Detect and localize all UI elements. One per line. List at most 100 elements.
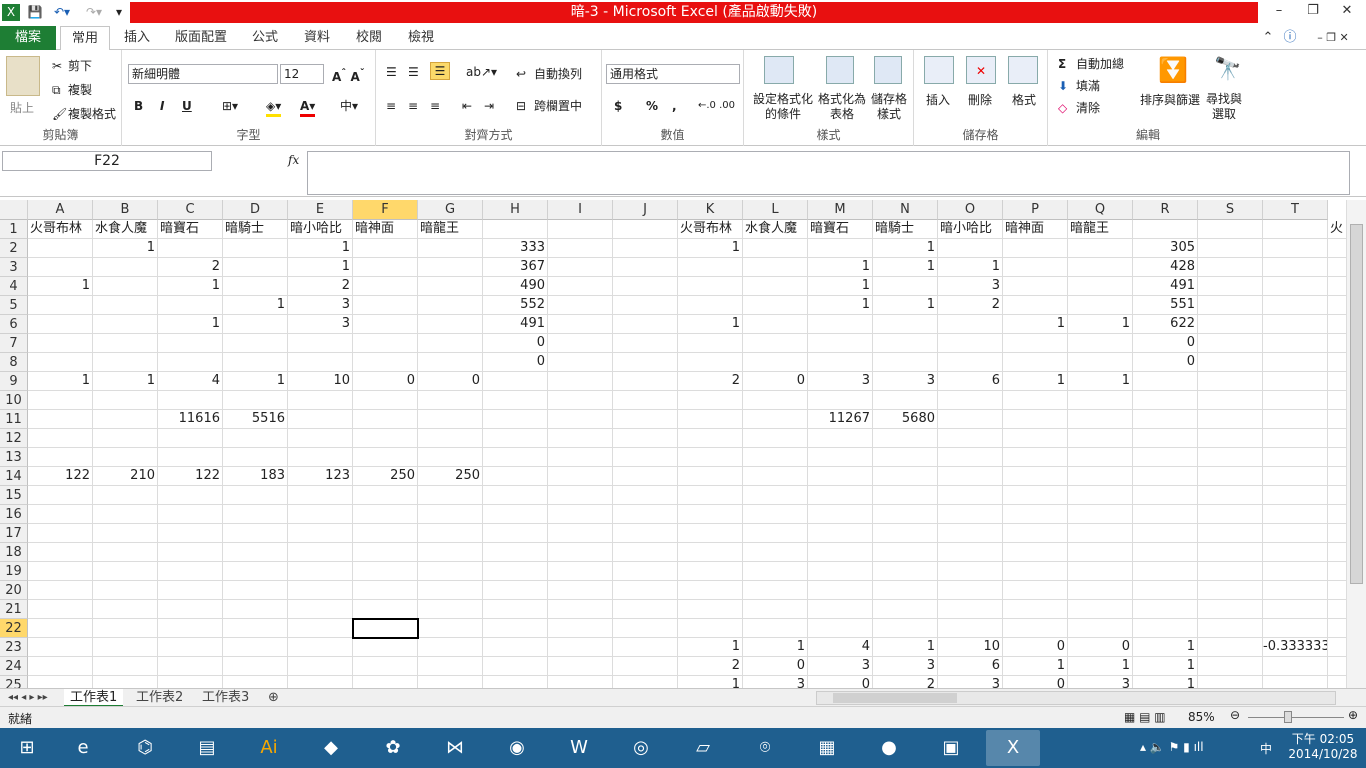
merge-center-button[interactable]: 跨欄置中 [534, 98, 582, 114]
cell-D22[interactable] [223, 619, 288, 638]
cell-Q25[interactable]: 3 [1068, 676, 1133, 688]
percent-button[interactable]: % [646, 98, 658, 114]
cell-M23[interactable]: 4 [808, 638, 873, 657]
cell-R22[interactable] [1133, 619, 1198, 638]
cell-K12[interactable] [678, 429, 743, 448]
cell-C20[interactable] [158, 581, 223, 600]
cell-M15[interactable] [808, 486, 873, 505]
app-icon-yellow[interactable]: ◆ [304, 730, 358, 766]
cell-F17[interactable] [353, 524, 418, 543]
cell-I11[interactable] [548, 410, 613, 429]
cell-P12[interactable] [1003, 429, 1068, 448]
cell-G5[interactable] [418, 296, 483, 315]
cell-G4[interactable] [418, 277, 483, 296]
cell-B19[interactable] [93, 562, 158, 581]
cell-L23[interactable]: 1 [743, 638, 808, 657]
cell-N18[interactable] [873, 543, 938, 562]
cell-K17[interactable] [678, 524, 743, 543]
cell-G25[interactable] [418, 676, 483, 688]
cell-A20[interactable] [28, 581, 93, 600]
cell-F13[interactable] [353, 448, 418, 467]
cell-G6[interactable] [418, 315, 483, 334]
cell-E10[interactable] [288, 391, 353, 410]
cell-F5[interactable] [353, 296, 418, 315]
cell-N22[interactable] [873, 619, 938, 638]
row-header[interactable]: 11 [0, 410, 28, 429]
row-header[interactable]: 19 [0, 562, 28, 581]
cell-U4[interactable] [1328, 277, 1346, 296]
cell-T18[interactable] [1263, 543, 1328, 562]
cell-N7[interactable] [873, 334, 938, 353]
cell-P21[interactable] [1003, 600, 1068, 619]
cell-L17[interactable] [743, 524, 808, 543]
cell-S25[interactable] [1198, 676, 1263, 688]
cell-M12[interactable] [808, 429, 873, 448]
cell-J11[interactable] [613, 410, 678, 429]
cell-B15[interactable] [93, 486, 158, 505]
cell-I15[interactable] [548, 486, 613, 505]
cell-P4[interactable] [1003, 277, 1068, 296]
column-header[interactable]: I [548, 200, 613, 220]
cell-Q17[interactable] [1068, 524, 1133, 543]
cell-E21[interactable] [288, 600, 353, 619]
cell-R4[interactable]: 491 [1133, 277, 1198, 296]
cell-M13[interactable] [808, 448, 873, 467]
cell-P23[interactable]: 0 [1003, 638, 1068, 657]
paste-icon[interactable] [6, 56, 40, 96]
cell-R9[interactable] [1133, 372, 1198, 391]
cell-I22[interactable] [548, 619, 613, 638]
cell-T2[interactable] [1263, 239, 1328, 258]
cell-E20[interactable] [288, 581, 353, 600]
cell-E11[interactable] [288, 410, 353, 429]
cell-B1[interactable]: 水食人魔 [93, 220, 158, 239]
copy-icon[interactable]: ⧉ [52, 82, 61, 98]
cell-R20[interactable] [1133, 581, 1198, 600]
cell-F20[interactable] [353, 581, 418, 600]
cell-G2[interactable] [418, 239, 483, 258]
cell-A1[interactable]: 火哥布林 [28, 220, 93, 239]
cell-L16[interactable] [743, 505, 808, 524]
cell-R14[interactable] [1133, 467, 1198, 486]
cell-C16[interactable] [158, 505, 223, 524]
cell-A22[interactable] [28, 619, 93, 638]
cell-S12[interactable] [1198, 429, 1263, 448]
font-name-combo[interactable]: 新細明體 [128, 64, 278, 84]
cell-U24[interactable] [1328, 657, 1346, 676]
cell-H14[interactable] [483, 467, 548, 486]
cell-T14[interactable] [1263, 467, 1328, 486]
column-header[interactable]: R [1133, 200, 1198, 220]
cell-J13[interactable] [613, 448, 678, 467]
cell-A25[interactable] [28, 676, 93, 688]
cell-Q16[interactable] [1068, 505, 1133, 524]
cell-B12[interactable] [93, 429, 158, 448]
cell-R11[interactable] [1133, 410, 1198, 429]
cell-R7[interactable]: 0 [1133, 334, 1198, 353]
cell-M20[interactable] [808, 581, 873, 600]
cell-I18[interactable] [548, 543, 613, 562]
cell-I1[interactable] [548, 220, 613, 239]
cell-D23[interactable] [223, 638, 288, 657]
cell-G23[interactable] [418, 638, 483, 657]
cell-D10[interactable] [223, 391, 288, 410]
cell-U13[interactable] [1328, 448, 1346, 467]
cell-T3[interactable] [1263, 258, 1328, 277]
app-icon-camera[interactable]: ⌾ [738, 730, 792, 766]
cell-R2[interactable]: 305 [1133, 239, 1198, 258]
cell-E6[interactable]: 3 [288, 315, 353, 334]
column-header[interactable]: M [808, 200, 873, 220]
cell-K19[interactable] [678, 562, 743, 581]
cell-G10[interactable] [418, 391, 483, 410]
tray-icons[interactable]: ▴ 🔈 ⚑ ▮ ıll [1140, 740, 1204, 754]
cell-B13[interactable] [93, 448, 158, 467]
cell-I17[interactable] [548, 524, 613, 543]
tab-view[interactable]: 檢視 [398, 26, 444, 50]
cell-H10[interactable] [483, 391, 548, 410]
cell-P6[interactable]: 1 [1003, 315, 1068, 334]
format-cells-icon[interactable] [1008, 56, 1038, 84]
cell-T11[interactable] [1263, 410, 1328, 429]
cell-J18[interactable] [613, 543, 678, 562]
column-header[interactable]: H [483, 200, 548, 220]
cell-Q20[interactable] [1068, 581, 1133, 600]
cell-Q1[interactable]: 暗龍王 [1068, 220, 1133, 239]
sheet-tab-3[interactable]: 工作表3 [196, 689, 255, 707]
